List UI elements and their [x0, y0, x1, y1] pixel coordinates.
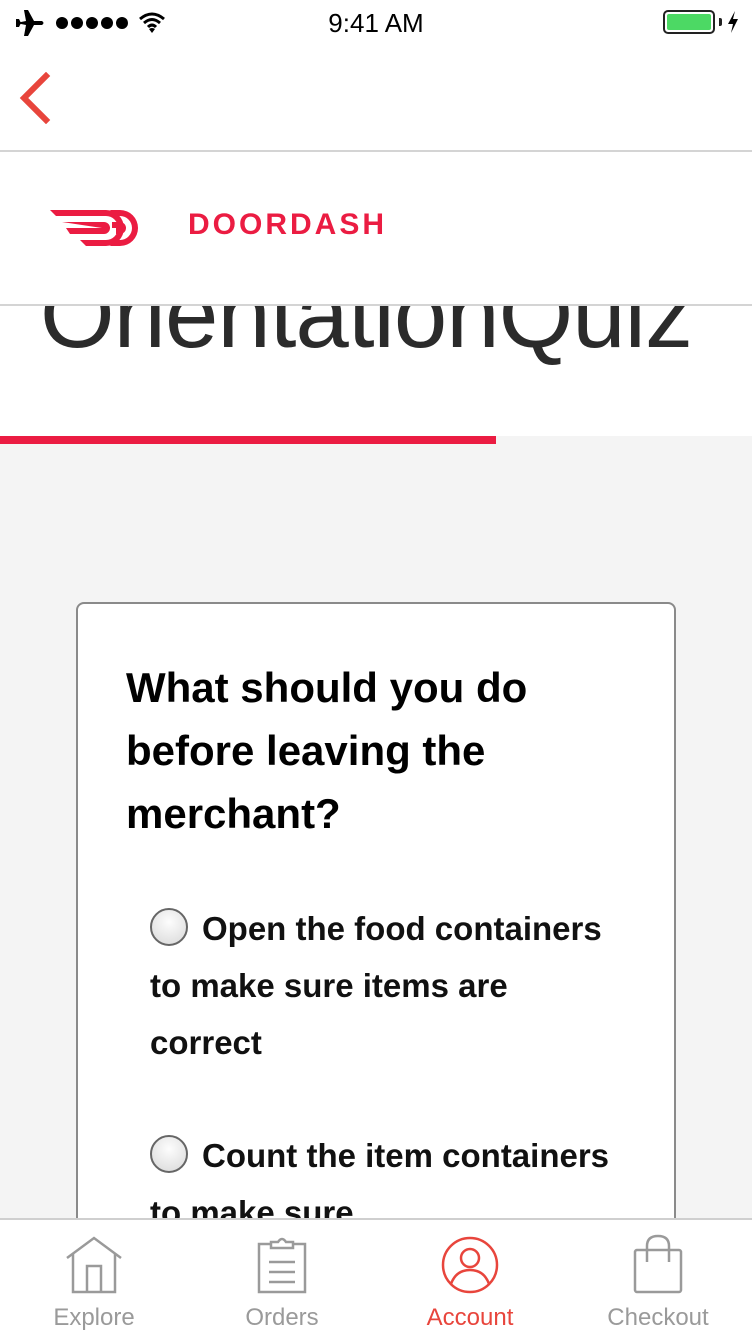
- radio-button[interactable]: [150, 1135, 188, 1173]
- brand-name: DOORDASH: [188, 208, 388, 241]
- quiz-progress-fill: [0, 436, 497, 444]
- tab-bar: Explore Orders Account Checkout: [0, 1218, 752, 1334]
- house-icon: [66, 1236, 122, 1294]
- chevron-left-icon: [19, 71, 51, 125]
- tab-label: Explore: [53, 1304, 135, 1331]
- quiz-title-area: OrientationQuiz: [0, 306, 752, 440]
- battery-icon: [663, 10, 715, 34]
- question-text: What should you do before leaving the me…: [126, 664, 528, 837]
- doordash-logo-icon: [50, 210, 138, 246]
- answer-option[interactable]: Count the item containers to make sure: [150, 1127, 610, 1218]
- clipboard-icon: [257, 1237, 307, 1294]
- answer-option[interactable]: Open the food containers to make sure it…: [150, 900, 610, 1071]
- quiz-content[interactable]: What should you do before leaving the me…: [0, 444, 752, 1218]
- tab-orders[interactable]: Orders: [188, 1220, 376, 1334]
- answer-option-label: Open the food containers to make sure it…: [150, 910, 602, 1061]
- battery-cap: [719, 18, 722, 26]
- bolt-icon: [728, 11, 738, 33]
- quiz-progress-bar: [0, 436, 752, 444]
- tab-account[interactable]: Account: [376, 1220, 564, 1334]
- brand-header: DOORDASH: [0, 152, 752, 306]
- tab-checkout[interactable]: Checkout: [564, 1220, 752, 1334]
- answer-option-label: Count the item containers to make sure: [150, 1137, 610, 1218]
- nav-bar: [0, 48, 752, 152]
- tab-label: Orders: [245, 1304, 319, 1331]
- battery-level: [667, 14, 711, 30]
- tab-explore[interactable]: Explore: [0, 1220, 188, 1334]
- back-button[interactable]: [14, 71, 58, 125]
- user-circle-icon: [441, 1236, 499, 1294]
- quiz-title: OrientationQuiz: [40, 306, 693, 368]
- question-card: What should you do before leaving the me…: [76, 602, 676, 1218]
- status-bar: 9:41 AM: [0, 0, 752, 48]
- tab-label: Account: [426, 1304, 514, 1331]
- tab-label: Checkout: [607, 1304, 709, 1331]
- status-time: 9:41 AM: [328, 8, 424, 38]
- radio-button[interactable]: [150, 908, 188, 946]
- status-right: [663, 10, 740, 34]
- shopping-bag-icon: [633, 1234, 683, 1294]
